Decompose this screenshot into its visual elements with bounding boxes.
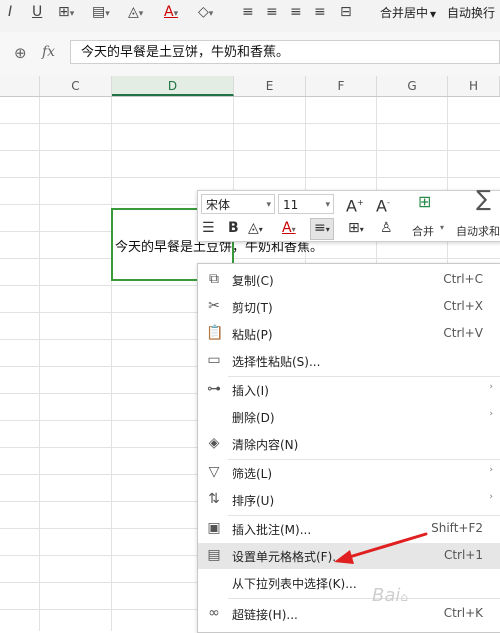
zoom-icon[interactable]: ⊕	[14, 44, 27, 62]
column-header-d[interactable]: D	[112, 76, 234, 96]
menu-item-pick-from-list[interactable]: 从下拉列表中选择(K)...	[198, 570, 500, 596]
column-headers: C D E F G H	[0, 76, 500, 97]
menu-item-insert[interactable]: ⊶ 插入(I) ›	[198, 377, 500, 403]
bold-icon[interactable]: B	[228, 219, 239, 237]
font-color-icon[interactable]: A▾	[282, 219, 296, 239]
ribbon-toolbar: I U ⊞▾ ▤▾ ◬▾ A▾ ◇▾ ≡ ≡ ≡ ≡ ⊟ 合并居中 ▾ 自动换行	[0, 0, 500, 33]
menu-item-clear[interactable]: ◈ 清除内容(N)	[198, 431, 500, 457]
menu-item-delete[interactable]: 删除(D) ›	[198, 404, 500, 430]
fx-label[interactable]: fx	[42, 44, 55, 60]
column-header-c[interactable]: C	[40, 76, 112, 96]
menu-item-shortcut: Ctrl+V	[443, 326, 483, 340]
wrap-icon[interactable]: ☰	[202, 219, 215, 237]
column-header-h[interactable]: H	[448, 76, 500, 96]
context-menu: ⧉ 复制(C) Ctrl+C ✂ 剪切(T) Ctrl+X 📋 粘贴(P) Ct…	[197, 263, 500, 633]
format-cells-icon: ▤	[207, 547, 221, 563]
column-header-g[interactable]: G	[377, 76, 448, 96]
chevron-right-icon: ›	[489, 492, 493, 502]
menu-item-shortcut: Ctrl+C	[443, 272, 483, 286]
distribute-icon[interactable]: ⊟	[340, 2, 352, 22]
menu-item-copy[interactable]: ⧉ 复制(C) Ctrl+C	[198, 267, 500, 293]
menu-item-shortcut: Shift+F2	[431, 521, 483, 535]
sort-icon: ⇅	[208, 491, 220, 507]
fill-style-icon[interactable]: ▤▾	[92, 2, 110, 22]
menu-item-label: 插入批注(M)...	[232, 523, 312, 537]
link-icon: ∞	[208, 605, 220, 621]
merge-dropdown-icon[interactable]: ▾	[430, 7, 436, 21]
decrease-font-icon[interactable]: A-	[376, 194, 390, 215]
menu-item-label: 删除(D)	[232, 411, 275, 425]
increase-font-icon[interactable]: A+	[346, 194, 364, 215]
chevron-right-icon: ›	[489, 382, 493, 392]
align-right-icon[interactable]: ≡	[290, 2, 302, 22]
insert-icon: ⊶	[207, 381, 221, 397]
align-center-icon[interactable]: ≡	[266, 2, 278, 22]
sigma-icon[interactable]: ∑	[476, 189, 491, 211]
menu-item-sort[interactable]: ⇅ 排序(U) ›	[198, 487, 500, 513]
chevron-down-icon: ▾	[266, 200, 271, 210]
font-size-value: 11	[283, 198, 299, 212]
justify-icon[interactable]: ≡	[314, 2, 326, 22]
menu-item-label: 复制(C)	[232, 274, 274, 288]
copy-icon: ⧉	[209, 271, 219, 287]
italic-icon[interactable]: I	[8, 2, 12, 22]
merge-center-button[interactable]: 合并居中	[380, 4, 428, 21]
mini-toolbar: 宋体 ▾ 11 ▾ A+ A- ⊞ ∑ ☰ B ◬▾ A▾ ≡▾ ⊞▾ ♙ 合并…	[197, 189, 500, 242]
menu-item-hyperlink[interactable]: ∞ 超链接(H)... Ctrl+K	[198, 601, 500, 627]
autosum-label[interactable]: 自动求和	[456, 223, 500, 239]
border-icon[interactable]: ⊞▾	[58, 2, 74, 22]
watermark-logo: Bai⌂	[372, 585, 409, 606]
menu-separator	[228, 598, 500, 599]
fill-color-icon[interactable]: ◬▾	[248, 219, 263, 239]
menu-item-label: 清除内容(N)	[232, 438, 299, 452]
align-left-icon[interactable]: ≡	[242, 2, 254, 22]
menu-item-shortcut: Ctrl+X	[443, 299, 483, 313]
font-name-select[interactable]: 宋体 ▾	[201, 194, 275, 214]
scissors-icon: ✂	[208, 298, 220, 314]
column-header-e[interactable]: E	[234, 76, 306, 96]
border-icon[interactable]: ⊞▾	[348, 219, 364, 239]
paste-icon: 📋	[206, 325, 224, 341]
comment-icon: ▣	[207, 520, 221, 536]
column-header-blank	[0, 76, 40, 96]
font-color-icon[interactable]: A▾	[164, 2, 178, 22]
menu-item-paste-special[interactable]: ▭ 选择性粘贴(S)...	[198, 348, 500, 374]
underline-icon[interactable]: U	[32, 2, 42, 22]
auto-wrap-button[interactable]: 自动换行	[447, 4, 495, 21]
eraser-icon: ◈	[208, 435, 220, 451]
formula-bar: ⊕ fx 今天的早餐是土豆饼，牛奶和香蕉。	[0, 32, 500, 77]
menu-item-label: 从下拉列表中选择(K)...	[232, 577, 357, 591]
font-size-select[interactable]: 11 ▾	[278, 194, 334, 214]
menu-item-label: 剪切(T)	[232, 301, 273, 315]
column-header-f[interactable]: F	[306, 76, 377, 96]
annotation-arrow	[334, 532, 428, 564]
menu-item-label: 选择性粘贴(S)...	[232, 355, 321, 369]
fill-color-icon[interactable]: ◬▾	[128, 2, 143, 22]
menu-item-label: 粘贴(P)	[232, 328, 273, 342]
paste-special-icon: ▭	[207, 352, 221, 368]
chevron-right-icon: ›	[489, 465, 493, 475]
menu-item-shortcut: Ctrl+1	[443, 548, 483, 562]
menu-item-label: 超链接(H)...	[232, 608, 298, 622]
format-painter-icon[interactable]: ♙	[380, 219, 393, 237]
menu-item-label: 筛选(L)	[232, 467, 273, 481]
filter-icon: ▽	[208, 464, 220, 480]
menu-item-shortcut: Ctrl+K	[443, 606, 483, 620]
chevron-down-icon[interactable]: ▾	[440, 223, 444, 232]
clear-format-icon[interactable]: ◇▾	[198, 2, 213, 22]
chevron-down-icon: ▾	[325, 200, 330, 210]
menu-item-cut[interactable]: ✂ 剪切(T) Ctrl+X	[198, 294, 500, 320]
chevron-right-icon: ›	[489, 409, 493, 419]
menu-item-paste[interactable]: 📋 粘贴(P) Ctrl+V	[198, 321, 500, 347]
menu-item-label: 排序(U)	[232, 494, 275, 508]
formula-input[interactable]: 今天的早餐是土豆饼，牛奶和香蕉。	[70, 40, 500, 64]
menu-item-label: 插入(I)	[232, 384, 269, 398]
align-center-icon[interactable]: ≡▾	[310, 218, 334, 240]
merge-icon[interactable]: ⊞	[418, 193, 431, 211]
merge-label[interactable]: 合并	[412, 223, 434, 239]
font-name-value: 宋体	[206, 198, 231, 212]
menu-item-filter[interactable]: ▽ 筛选(L) ›	[198, 460, 500, 486]
